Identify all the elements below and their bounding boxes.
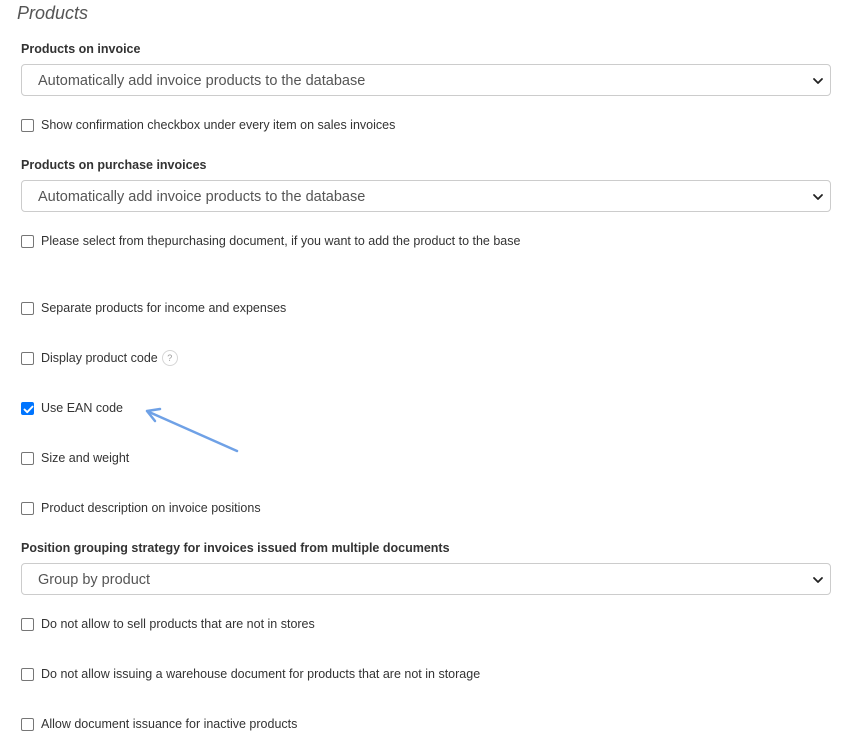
separate-products-checkbox[interactable] — [21, 301, 34, 315]
grouping-strategy-select[interactable]: Group by product — [21, 563, 831, 595]
products-on-invoice-label: Products on invoice — [21, 42, 141, 56]
show-confirmation-label: Show confirmation checkbox under every i… — [41, 118, 396, 132]
show-confirmation-checkbox[interactable] — [21, 118, 34, 132]
select-from-purchasing-option[interactable]: Please select from thepurchasing documen… — [21, 233, 520, 249]
use-ean-code-checkbox[interactable] — [21, 401, 34, 415]
select-from-purchasing-checkbox[interactable] — [21, 234, 34, 248]
no-sell-not-in-stores-option[interactable]: Do not allow to sell products that are n… — [21, 616, 315, 632]
display-product-code-option[interactable]: Display product code ? — [21, 350, 178, 366]
size-and-weight-option[interactable]: Size and weight — [21, 450, 129, 466]
no-warehouse-doc-checkbox[interactable] — [21, 667, 34, 681]
no-warehouse-doc-label: Do not allow issuing a warehouse documen… — [41, 667, 481, 681]
size-and-weight-label: Size and weight — [41, 451, 130, 465]
inactive-products-label: Allow document issuance for inactive pro… — [41, 717, 298, 731]
inactive-products-checkbox[interactable] — [21, 717, 34, 731]
chevron-down-icon — [813, 78, 823, 84]
help-icon[interactable]: ? — [161, 350, 178, 366]
grouping-strategy-label: Position grouping strategy for invoices … — [21, 541, 450, 555]
grouping-strategy-selected-value: Group by product — [38, 572, 151, 588]
show-confirmation-option[interactable]: Show confirmation checkbox under every i… — [21, 117, 395, 133]
section-title: Products — [17, 3, 89, 23]
select-from-purchasing-label: Please select from thepurchasing documen… — [41, 234, 521, 248]
no-sell-not-in-stores-label: Do not allow to sell products that are n… — [41, 617, 315, 631]
separate-products-label: Separate products for income and expense… — [41, 301, 287, 315]
chevron-down-icon — [813, 577, 823, 583]
size-and-weight-checkbox[interactable] — [21, 451, 34, 465]
checkmark-icon — [23, 405, 34, 413]
annotation-arrow-icon — [145, 407, 239, 453]
inactive-products-option[interactable]: Allow document issuance for inactive pro… — [21, 716, 297, 732]
products-on-purchase-selected-value: Automatically add invoice products to th… — [38, 189, 366, 205]
product-description-option[interactable]: Product description on invoice positions — [21, 500, 261, 516]
no-sell-not-in-stores-checkbox[interactable] — [21, 617, 34, 631]
display-product-code-checkbox[interactable] — [21, 351, 34, 365]
products-on-invoice-selected-value: Automatically add invoice products to th… — [38, 73, 366, 89]
use-ean-code-option[interactable]: Use EAN code — [21, 400, 123, 416]
chevron-down-icon — [813, 194, 823, 200]
product-description-label: Product description on invoice positions — [41, 501, 261, 515]
separate-products-option[interactable]: Separate products for income and expense… — [21, 300, 286, 316]
display-product-code-label: Display product code — [41, 351, 158, 365]
no-warehouse-doc-option[interactable]: Do not allow issuing a warehouse documen… — [21, 666, 480, 682]
use-ean-code-label: Use EAN code — [41, 401, 123, 415]
product-description-checkbox[interactable] — [21, 501, 34, 515]
products-on-invoice-select[interactable]: Automatically add invoice products to th… — [21, 64, 831, 96]
products-on-purchase-select[interactable]: Automatically add invoice products to th… — [21, 180, 831, 212]
products-on-purchase-label: Products on purchase invoices — [21, 158, 207, 172]
